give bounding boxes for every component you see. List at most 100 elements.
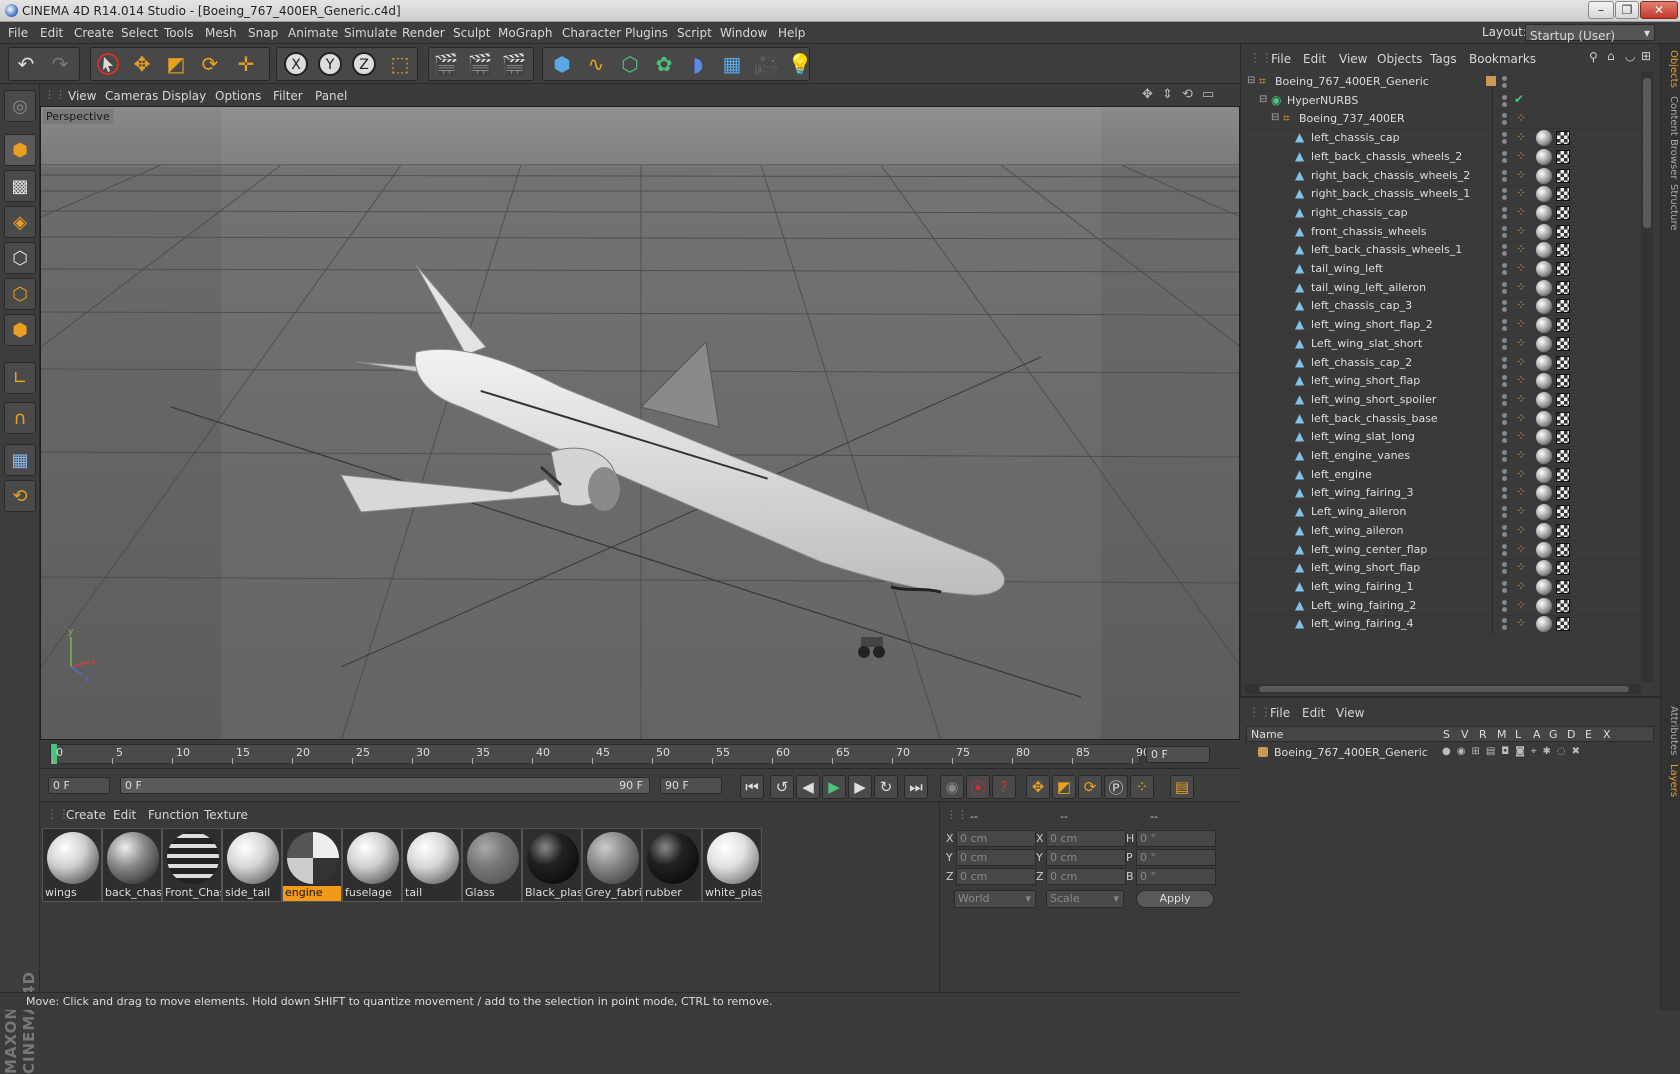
object-row-item[interactable]: ▲ tail_wing_left_aileron ⁘ [1241, 277, 1641, 298]
material-glass[interactable]: Glass [462, 828, 522, 902]
editor-visibility-dot[interactable] [1502, 356, 1507, 362]
render-visibility-dot[interactable] [1502, 232, 1507, 238]
menu-create[interactable]: Create [74, 26, 114, 40]
coord-value-field[interactable]: 0 cm [956, 849, 1036, 866]
phong-tag-icon[interactable]: ⁘ [1516, 485, 1530, 499]
object-row-item[interactable]: ▲ left_wing_aileron ⁘ [1241, 520, 1641, 541]
menu-simulate[interactable]: Simulate [344, 26, 397, 40]
render-visibility-dot[interactable] [1502, 251, 1507, 257]
cube-icon[interactable]: ⬢ [546, 48, 578, 80]
editor-visibility-dot[interactable] [1502, 337, 1507, 343]
object-row-item[interactable]: ▲ left_wing_short_flap ⁘ [1241, 558, 1641, 579]
coord-value-field[interactable]: 0 ° [1136, 830, 1216, 847]
object-name[interactable]: left_back_chassis_base [1311, 412, 1438, 425]
material-tag-icon[interactable] [1536, 298, 1552, 315]
object-name[interactable]: left_wing_fairing_3 [1311, 486, 1414, 499]
render-visibility-dot[interactable] [1502, 307, 1507, 313]
maximize-button[interactable]: ❐ [1615, 1, 1639, 19]
object-name[interactable]: left_chassis_cap_2 [1311, 356, 1412, 369]
material-tag-icon[interactable] [1536, 279, 1552, 296]
layer-color-swatch[interactable] [1258, 747, 1268, 757]
object-name[interactable]: right_back_chassis_wheels_2 [1311, 169, 1470, 182]
next-key-icon[interactable]: ↻ [874, 775, 898, 799]
material-fuselage[interactable]: fuselage [342, 828, 402, 902]
redo-icon[interactable]: ↷ [44, 48, 76, 80]
texture-mode-icon[interactable]: ▩ [4, 170, 36, 202]
model-mode-icon[interactable]: ⬢ [4, 134, 36, 166]
material-menu-edit[interactable]: Edit [113, 808, 136, 822]
make-editable-icon[interactable]: ◎ [4, 90, 36, 122]
object-name[interactable]: right_chassis_cap [1311, 206, 1408, 219]
editor-visibility-dot[interactable] [1502, 94, 1507, 100]
phong-tag-icon[interactable]: ⁘ [1516, 280, 1530, 294]
object-name[interactable]: left_wing_fairing_4 [1311, 617, 1414, 630]
render-visibility-dot[interactable] [1502, 457, 1507, 462]
render-visibility-dot[interactable] [1502, 382, 1507, 388]
rotate-view-icon[interactable]: ⟲ [1182, 87, 1193, 102]
phong-tag-icon[interactable]: ⁘ [1516, 130, 1530, 144]
undo-icon[interactable]: ↶ [10, 48, 42, 80]
material-tag-icon[interactable] [1536, 448, 1552, 464]
object-menu-tags[interactable]: Tags [1430, 52, 1457, 66]
material-tag-icon[interactable] [1536, 148, 1552, 165]
z-axis-icon[interactable]: Z [348, 48, 380, 80]
zoom-view-icon[interactable]: ⇕ [1162, 87, 1173, 102]
size-mode-select[interactable]: Scale ▾ [1046, 890, 1124, 908]
render-visibility-dot[interactable] [1502, 400, 1507, 406]
object-row-item[interactable]: ▲ left_wing_center_flap ⁘ [1241, 539, 1641, 560]
object-row-item[interactable]: ▲ right_chassis_cap ⁘ [1241, 202, 1641, 223]
key-pla-icon[interactable]: ⁘ [1130, 775, 1154, 799]
key-parameter-icon[interactable]: Ⓟ [1104, 775, 1128, 799]
start-frame-field[interactable]: 0 F [48, 777, 110, 794]
material-tag-icon[interactable] [1536, 541, 1552, 558]
object-row-item[interactable]: ▲ left_back_chassis_wheels_2 ⁘ [1241, 146, 1641, 167]
snap-magnet-icon[interactable]: ∩ [4, 402, 36, 434]
minimize-button[interactable]: – [1588, 1, 1614, 19]
object-menu-objects[interactable]: Objects [1377, 52, 1422, 66]
phong-tag-icon[interactable]: ⁘ [1516, 336, 1530, 350]
object-horizontal-scrollbar[interactable] [1245, 684, 1641, 694]
material-engine[interactable]: engine [282, 828, 342, 902]
viewport-menu-cameras[interactable]: Cameras [105, 89, 158, 103]
menu-select[interactable]: Select [121, 26, 158, 40]
editor-visibility-dot[interactable] [1502, 319, 1507, 325]
keyframe-selection-icon[interactable]: ? [992, 775, 1016, 799]
planar-workplane-icon[interactable]: ⟲ [4, 480, 36, 512]
object-row-hypernurbs[interactable]: ⊟ ◉ HyperNURBS ✔ [1241, 90, 1641, 111]
material-tag-icon[interactable] [1536, 335, 1552, 352]
key-rotation-icon[interactable]: ⟳ [1078, 775, 1102, 799]
material-menu-create[interactable]: Create [66, 808, 106, 822]
object-row-item[interactable]: ▲ right_back_chassis_wheels_1 ⁘ [1241, 184, 1641, 205]
record-keys-icon[interactable]: ◉ [940, 775, 964, 799]
material-tag-icon[interactable] [1536, 578, 1552, 595]
timeline-window-icon[interactable]: ▤ [1170, 775, 1194, 799]
previous-key-icon[interactable]: ↺ [770, 775, 794, 799]
coordinate-system-icon[interactable]: ⬚ [384, 48, 416, 80]
uvw-tag-icon[interactable] [1556, 149, 1570, 164]
object-row-item[interactable]: ▲ left_wing_short_flap ⁘ [1241, 371, 1641, 392]
object-row-item[interactable]: ▲ right_back_chassis_wheels_2 ⁘ [1241, 165, 1641, 186]
uvw-tag-icon[interactable] [1556, 486, 1570, 501]
phong-tag-icon[interactable]: ⁘ [1516, 467, 1530, 481]
object-scroll-thumb[interactable] [1643, 78, 1651, 228]
nurbs-icon[interactable]: ⬡ [614, 48, 646, 80]
editor-visibility-dot[interactable] [1502, 263, 1507, 268]
phong-tag-icon[interactable]: ⁘ [1516, 560, 1530, 574]
object-name[interactable]: left_wing_short_flap [1311, 561, 1420, 574]
timeline-ruler[interactable]: 0 5 10 15 20 25 30 35 40 45 50 55 60 65 70 75 80 85 90 0 F [40, 740, 1240, 768]
material-tag-icon[interactable] [1536, 466, 1552, 483]
uvw-tag-icon[interactable] [1556, 355, 1570, 370]
uvw-tag-icon[interactable] [1556, 336, 1570, 351]
object-name[interactable]: left_back_chassis_wheels_2 [1311, 150, 1462, 163]
material-black-plast[interactable]: Black_plast [522, 828, 582, 902]
uvw-tag-icon[interactable] [1556, 542, 1570, 557]
coord-system-select[interactable]: World ▾ [954, 890, 1036, 908]
material-tag-icon[interactable] [1536, 560, 1552, 577]
editor-visibility-dot[interactable] [1502, 562, 1507, 568]
material-tag-icon[interactable] [1536, 373, 1552, 390]
editor-visibility-dot[interactable] [1502, 281, 1507, 287]
coord-value-field[interactable]: 0 ° [1136, 849, 1216, 866]
perspective-viewport[interactable]: Perspective y x z [40, 106, 1240, 740]
layer-menu-view[interactable]: View [1336, 706, 1364, 720]
viewport-menu-filter[interactable]: Filter [273, 89, 303, 103]
